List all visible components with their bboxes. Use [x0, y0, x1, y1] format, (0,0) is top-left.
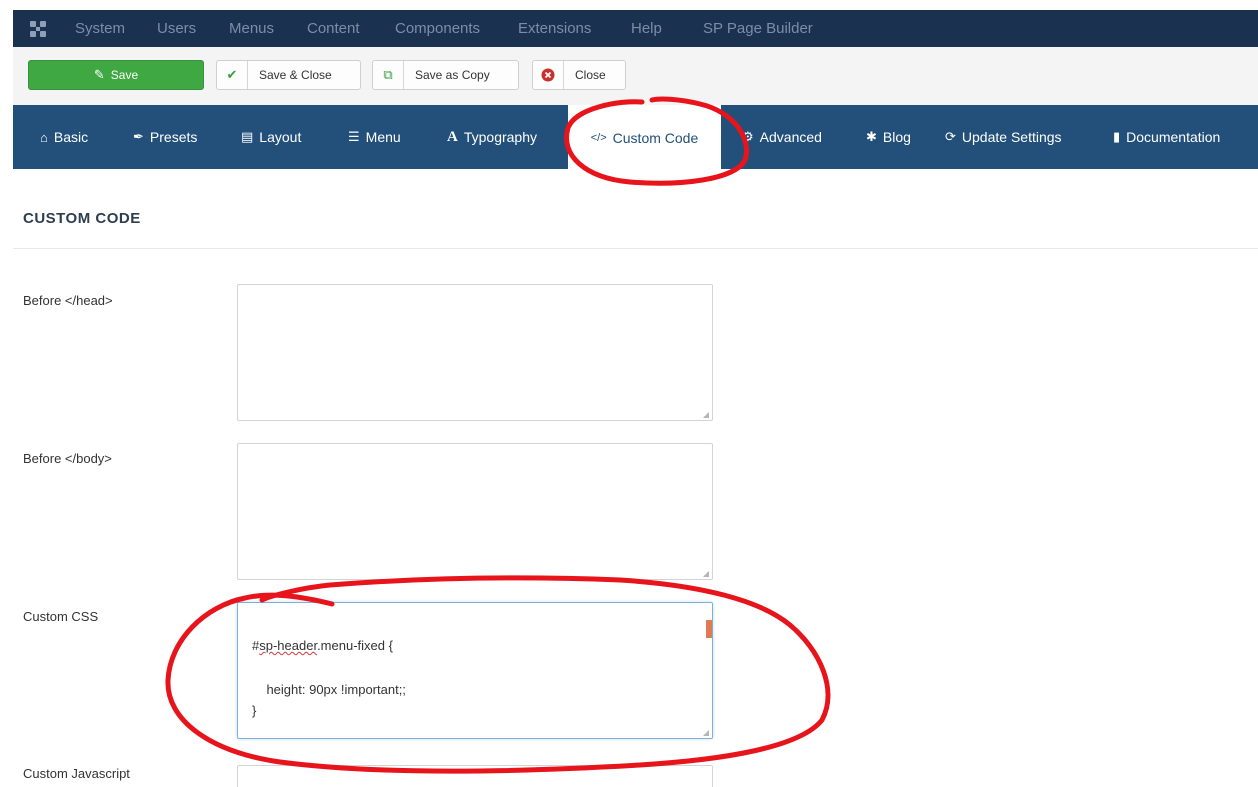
tab-documentation[interactable]: ▮ Documentation: [1113, 105, 1220, 169]
home-icon: ⌂: [40, 129, 48, 145]
check-icon: ✔: [217, 61, 248, 89]
css-line-3: }: [252, 703, 257, 718]
menu-extensions[interactable]: Extensions: [518, 20, 591, 37]
save-close-button[interactable]: ✔ Save & Close: [216, 60, 361, 90]
tab-basic[interactable]: ⌂ Basic: [40, 105, 88, 169]
tab-label: Typography: [463, 129, 538, 145]
font-icon: A: [447, 128, 458, 145]
section-title: CUSTOM CODE: [23, 210, 141, 227]
refresh-icon: ⟳: [945, 129, 956, 144]
menu-users[interactable]: Users: [157, 20, 196, 37]
tab-label: Blog: [882, 129, 911, 145]
book-icon: ▮: [1113, 129, 1121, 144]
css-line-1: #sp-header.menu-fixed {: [252, 638, 393, 653]
tab-label: Layout: [259, 129, 302, 145]
tab-custom-code[interactable]: </> Custom Code: [568, 105, 721, 170]
tab-layout[interactable]: ▤ Layout: [241, 105, 301, 169]
save-button[interactable]: ✎ Save: [28, 60, 204, 90]
code-icon: </>: [590, 131, 607, 144]
brush-icon: ✒: [133, 129, 144, 144]
save-label: Save: [110, 68, 139, 82]
save-close-label: Save & Close: [259, 68, 332, 82]
tab-typography[interactable]: A Typography: [447, 105, 537, 169]
tab-menu[interactable]: ☰ Menu: [348, 105, 401, 169]
edit-icon: ✎: [93, 67, 105, 82]
tab-blog[interactable]: ✱ Blog: [866, 105, 911, 169]
resize-grip-icon[interactable]: [703, 571, 709, 577]
section-divider: [13, 248, 1258, 249]
menu-content[interactable]: Content: [307, 20, 360, 37]
before-head-textarea[interactable]: [237, 284, 713, 421]
tab-label: Update Settings: [961, 129, 1062, 145]
tab-label: Advanced: [759, 129, 822, 145]
layout-icon: ▤: [241, 129, 254, 144]
save-copy-button[interactable]: ⧉ Save as Copy: [372, 60, 519, 90]
before-body-label: Before </body>: [23, 451, 112, 466]
resize-grip-icon[interactable]: [703, 730, 709, 736]
custom-css-textarea[interactable]: [237, 602, 713, 739]
before-head-label: Before </head>: [23, 293, 113, 308]
custom-js-label: Custom Javascript: [23, 766, 130, 781]
copy-icon: ⧉: [373, 61, 404, 89]
css-line-2: height: 90px !important;;: [252, 682, 406, 697]
tab-label: Documentation: [1126, 129, 1221, 145]
menu-components[interactable]: Components: [395, 20, 480, 37]
resize-grip-icon[interactable]: [703, 412, 709, 418]
tab-presets[interactable]: ✒ Presets: [133, 105, 197, 169]
menu-menus[interactable]: Menus: [229, 20, 274, 37]
toolbar: ✎ Save ✔ Save & Close ⧉ Save as Copy Clo…: [13, 47, 1258, 106]
template-options-page: System Users Menus Content Components Ex…: [0, 0, 1258, 787]
close-button[interactable]: Close: [532, 60, 626, 90]
close-label: Close: [575, 68, 606, 82]
tab-label: Menu: [365, 129, 401, 145]
tab-label: Presets: [149, 129, 198, 145]
tab-label: Custom Code: [612, 129, 699, 146]
tab-advanced[interactable]: ⚙ Advanced: [742, 105, 822, 169]
misspelled-word: sp-header: [259, 638, 318, 653]
menu-help[interactable]: Help: [631, 20, 662, 37]
tab-label: Basic: [53, 129, 89, 145]
list-icon: ☰: [348, 129, 360, 144]
tab-update-settings[interactable]: ⟳ Update Settings: [945, 105, 1062, 169]
menu-system[interactable]: System: [75, 20, 125, 37]
joomla-logo-icon[interactable]: [27, 18, 49, 40]
custom-css-label: Custom CSS: [23, 609, 99, 624]
menu-sp-page-builder[interactable]: SP Page Builder: [703, 20, 813, 37]
before-body-textarea[interactable]: [237, 443, 713, 580]
cog-icon: ⚙: [742, 129, 754, 144]
pin-icon: ✱: [866, 129, 877, 144]
admin-menu-bar: System Users Menus Content Components Ex…: [13, 10, 1258, 47]
options-tabs: ⌂ Basic ✒ Presets ▤ Layout ☰ Menu A Typo…: [13, 105, 1258, 170]
custom-js-textarea[interactable]: [237, 765, 713, 787]
save-copy-label: Save as Copy: [415, 68, 490, 82]
scrollbar-thumb[interactable]: [706, 620, 712, 638]
close-icon: [533, 61, 564, 89]
